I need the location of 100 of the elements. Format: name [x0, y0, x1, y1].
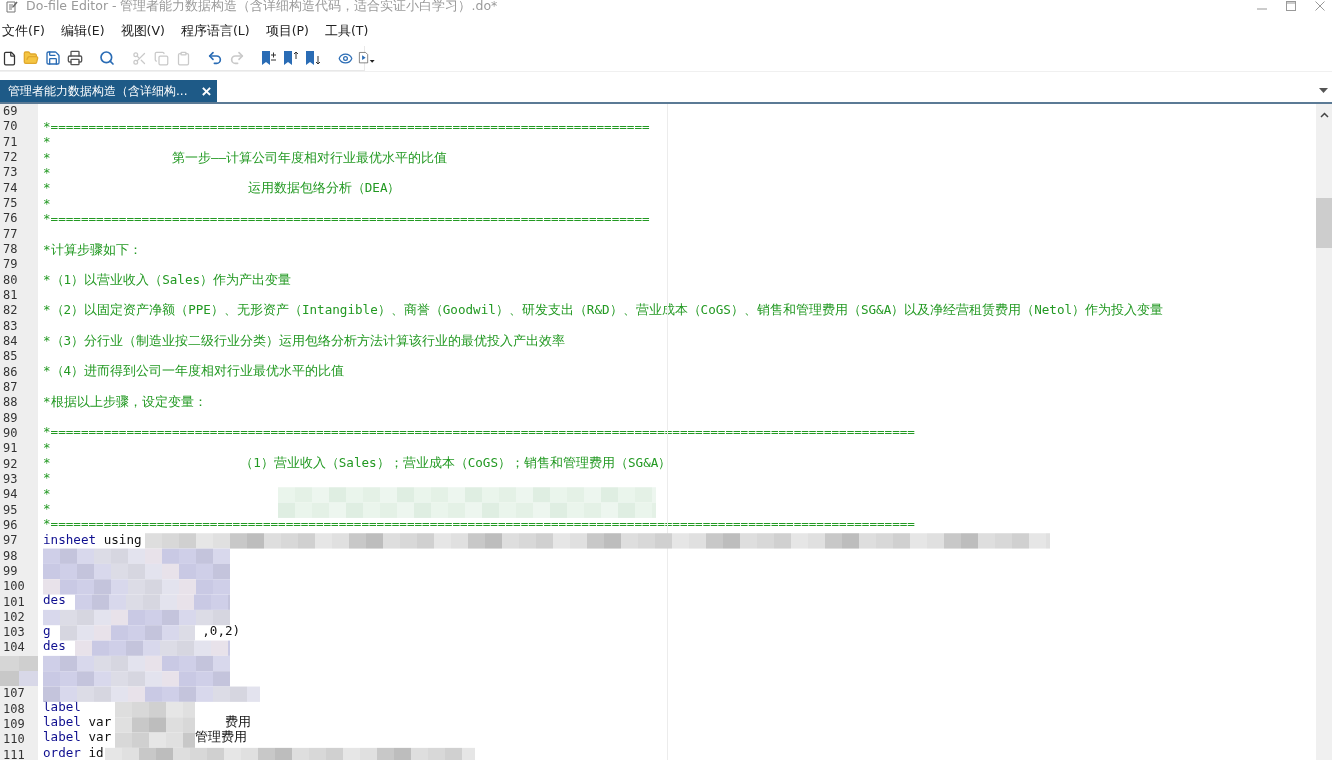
line-number: 88: [3, 395, 18, 410]
menu-item[interactable]: 编辑(E): [58, 22, 113, 40]
line-number: 77: [3, 226, 18, 241]
code-keyword: label: [43, 714, 81, 730]
code-comment: *: [43, 134, 51, 150]
line-number: 89: [3, 410, 18, 425]
code-keyword: order: [43, 744, 81, 760]
tab-label: 管理者能力数据构造（含详细构...: [8, 82, 188, 100]
code-comment: （1）营业收入（Sales）；营业成本（CoGS）；销售和管理费用（SG&A）: [240, 454, 672, 471]
file-tab[interactable]: 管理者能力数据构造（含详细构... ×: [0, 80, 218, 102]
code-text: 费用: [225, 714, 251, 730]
code-text: 管理费用: [194, 729, 247, 745]
code-comment: *（3）分行业（制造业按二级行业分类）运用包络分析方法计算该行业的最优投入产出效率: [43, 332, 566, 349]
line-number: 94: [3, 487, 18, 502]
code-comment: *（1）以营业收入（Sales）作为产出变量: [43, 272, 292, 288]
save-icon[interactable]: [44, 48, 62, 68]
menu-item[interactable]: 工具(T): [322, 22, 377, 40]
code-comment: *: [43, 195, 51, 212]
menu-item[interactable]: 视图(V): [118, 22, 173, 40]
code-comment: *===============================================================================: [43, 119, 650, 135]
scroll-thumb[interactable]: [1316, 198, 1332, 248]
code-comment: 第一步——计算公司年度相对行业最优水平的比值: [171, 149, 448, 166]
line-number: 99: [3, 563, 18, 578]
line-number: 80: [3, 272, 18, 287]
line-number: 103: [3, 625, 25, 640]
code-keyword: label: [43, 698, 81, 715]
code-keyword: insheet: [43, 531, 97, 547]
line-number: 69: [3, 104, 18, 118]
caret-icon[interactable]: [1319, 88, 1328, 93]
code-keyword: des: [43, 592, 66, 608]
code-text: using: [103, 531, 142, 547]
line-number: 72: [3, 150, 18, 164]
line-number: 96: [3, 517, 18, 532]
line-number: 98: [3, 548, 18, 563]
line-number: 91: [3, 441, 18, 456]
line-number: 70: [3, 119, 18, 134]
menu-item[interactable]: 文件(F): [0, 22, 53, 40]
bookmark-up-icon[interactable]: [282, 48, 300, 68]
code-comment: *: [43, 485, 51, 501]
line-number: 93: [3, 471, 18, 486]
code-comment: *: [43, 180, 51, 196]
printer-icon[interactable]: [66, 48, 84, 68]
line-number: 104: [3, 640, 25, 655]
line-number: 76: [3, 211, 18, 226]
line-number: 82: [3, 303, 18, 318]
line-number: 95: [3, 502, 18, 517]
scrollbar[interactable]: [1316, 104, 1332, 760]
code-comment: *: [43, 149, 51, 166]
code-comment: *: [43, 165, 51, 181]
maximize-icon[interactable]: [1286, 1, 1297, 11]
code-text: ,0,2): [202, 622, 241, 639]
code-comment: *（4）进而得到公司一年度相对行业最优水平的比值: [43, 363, 345, 379]
line-number: 84: [3, 333, 18, 348]
line-number: 107: [3, 686, 25, 701]
menu-item[interactable]: 程序语言(L): [178, 22, 258, 40]
line-number: 85: [3, 349, 18, 364]
line-number: 100: [3, 579, 25, 594]
code-text: var: [88, 714, 112, 730]
line-number: 101: [3, 594, 25, 609]
code-keyword: label: [43, 729, 81, 745]
code-comment: *: [43, 470, 51, 486]
scroll-up-icon[interactable]: [1319, 112, 1329, 118]
code-keyword: g: [43, 622, 51, 639]
line-number: 111: [3, 747, 25, 760]
line-number: 108: [3, 701, 25, 716]
line-number: 71: [3, 134, 18, 149]
code-text: id: [88, 744, 104, 760]
line-number: 92: [3, 456, 18, 471]
line-number: 86: [3, 364, 18, 379]
line-number: 110: [3, 732, 25, 747]
close-icon[interactable]: [1315, 1, 1326, 11]
line-number: 79: [3, 257, 18, 272]
code-comment: *===============================================================================: [43, 211, 650, 227]
line-number: 109: [3, 717, 25, 732]
search-icon[interactable]: [98, 48, 116, 68]
line-number: 83: [3, 318, 18, 333]
line-number: 78: [3, 241, 18, 256]
code-keyword: des: [43, 638, 66, 654]
code-comment: *: [43, 454, 51, 471]
line-number: 81: [3, 287, 18, 302]
bookmark-toggle-icon[interactable]: [260, 48, 278, 68]
line-number: 90: [3, 425, 18, 440]
bookmark-down-icon[interactable]: [304, 48, 322, 68]
code-comment: *==================================================================================================================: [43, 424, 915, 440]
line-number: 74: [3, 180, 18, 195]
window-title: Do-file Editor - 管理者能力数据构造（含详细构造代码，适合实证小白学习）.do*: [26, 0, 498, 15]
line-number: 102: [3, 609, 25, 624]
code-comment: *计算步骤如下：: [43, 241, 142, 257]
line-number: 73: [3, 165, 18, 180]
line-number: 97: [3, 533, 18, 548]
tab-close-button[interactable]: ×: [201, 82, 212, 100]
code-comment: *==================================================================================================================: [43, 516, 915, 532]
line-number: 75: [3, 195, 18, 210]
code-text: var: [88, 729, 112, 745]
code-comment: *: [43, 439, 51, 455]
code-comment: 运用数据包络分析（DEA）: [247, 180, 401, 196]
menu-item[interactable]: 项目(P): [263, 22, 317, 40]
line-number: 87: [3, 379, 18, 394]
code-comment: *根据以上步骤，设定变量：: [43, 393, 207, 410]
code-comment: *: [43, 500, 51, 517]
